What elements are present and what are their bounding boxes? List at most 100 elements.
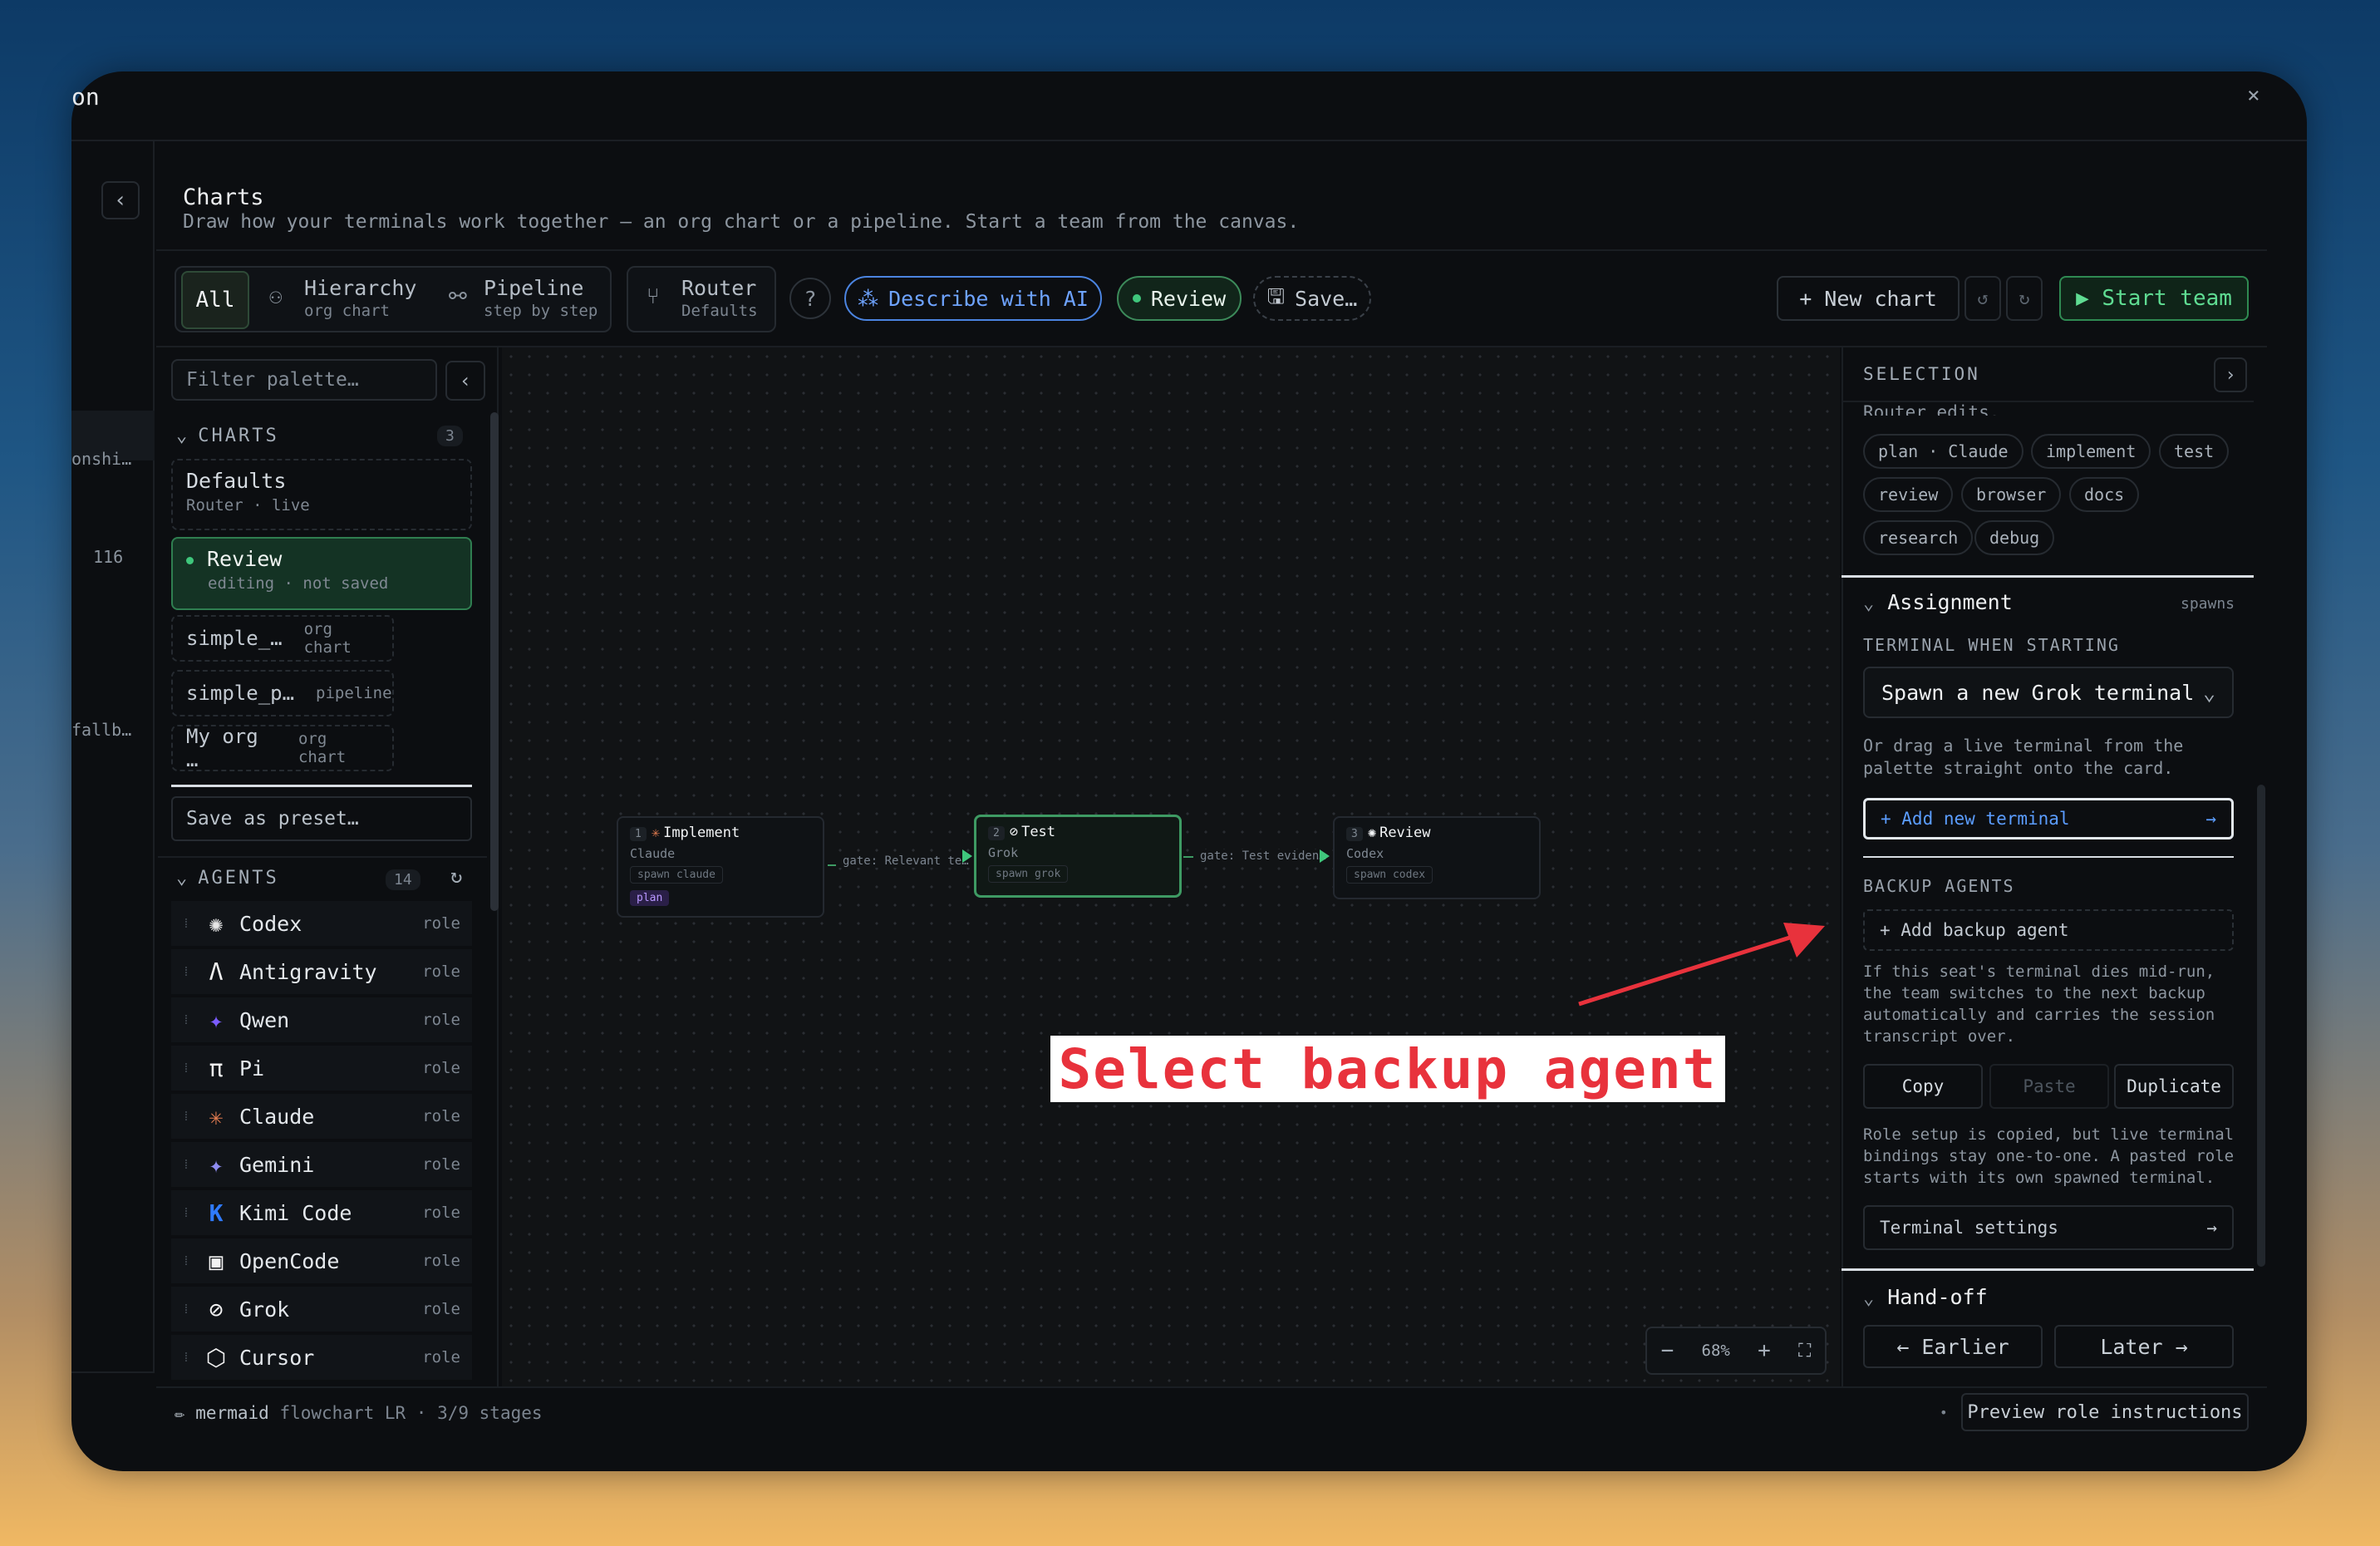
tab-hierarchy-sub: org chart — [304, 302, 390, 320]
drag-handle-icon[interactable]: ⁞ — [171, 963, 201, 980]
tab-pipeline[interactable]: Pipeline step by step — [484, 276, 597, 320]
qwen-icon: ✦ — [209, 1006, 224, 1034]
drag-handle-icon[interactable]: ⁞ — [171, 1301, 201, 1317]
tag-plan-claude[interactable]: plan · Claude — [1863, 434, 2023, 469]
save-button[interactable]: 🖫 Save… — [1253, 276, 1371, 321]
node-review[interactable]: 3 ✺ Review Codex spawn codex — [1333, 816, 1541, 899]
left-strip-item[interactable]: fallb… — [71, 720, 131, 740]
agent-item-kimi-code[interactable]: ⁞ K Kimi Code role — [171, 1190, 472, 1235]
chart-item-defaults[interactable]: Defaults Router · live — [171, 459, 472, 530]
agent-item-antigravity[interactable]: ⁞ Λ Antigravity role — [171, 949, 472, 994]
chart-meta: org chart — [298, 730, 347, 766]
terminal-select[interactable]: Spawn a new Grok terminal ⌄ — [1863, 667, 2234, 718]
drag-handle-icon[interactable]: ⁞ — [171, 1156, 201, 1173]
drag-handle-icon[interactable]: ⁞ — [171, 1204, 201, 1221]
duplicate-button[interactable]: Duplicate — [2114, 1064, 2234, 1109]
tab-router[interactable]: Router Defaults — [681, 276, 758, 320]
tag-debug[interactable]: debug — [1974, 520, 2055, 555]
edge-label[interactable]: gate: Test eviden… — [1197, 849, 1330, 863]
earlier-button[interactable]: ← Earlier — [1863, 1325, 2043, 1368]
chart-item-simple-pipeline[interactable]: simple_p… pipeline — [171, 670, 394, 716]
grok-icon: ⊘ — [1009, 824, 1019, 840]
zoom-out-button[interactable]: − — [1661, 1338, 1674, 1363]
agent-role: role — [422, 1252, 460, 1270]
mermaid-label[interactable]: ✏ mermaid — [175, 1403, 269, 1423]
save-as-preset-button[interactable]: Save as preset… — [171, 796, 472, 841]
chart-name: simple_… — [186, 627, 283, 650]
later-button[interactable]: Later → — [2054, 1325, 2234, 1368]
start-team-button[interactable]: ▶ Start team — [2059, 276, 2249, 321]
agent-item-codex[interactable]: ⁞ ✺ Codex role — [171, 901, 472, 946]
agent-item-cursor[interactable]: ⁞ ⬡ Cursor role — [171, 1335, 472, 1380]
agent-item-opencode[interactable]: ⁞ ▣ OpenCode role — [171, 1238, 472, 1283]
agent-item-gemini[interactable]: ⁞ ✦ Gemini role — [171, 1142, 472, 1187]
refresh-icon[interactable]: ↻ — [450, 864, 462, 888]
new-chart-button[interactable]: + New chart — [1777, 276, 1960, 321]
selection-scrollbar[interactable] — [2257, 785, 2265, 1267]
agent-item-qwen[interactable]: ⁞ ✦ Qwen role — [171, 997, 472, 1042]
collapse-palette-button[interactable]: ‹ — [445, 361, 485, 401]
tag-review[interactable]: review — [1863, 477, 1954, 512]
cursor-icon: ⬡ — [205, 1343, 227, 1371]
drag-handle-icon[interactable]: ⁞ — [171, 1253, 201, 1269]
assignment-section-header[interactable]: Assignment — [1863, 590, 2013, 614]
zoom-in-button[interactable]: + — [1758, 1338, 1771, 1363]
redo-button[interactable]: ↻ — [2006, 276, 2043, 321]
tag-research[interactable]: research — [1863, 520, 1974, 555]
fit-view-icon[interactable]: ⛶ — [1798, 1341, 1811, 1361]
section-divider — [1863, 856, 2234, 858]
collapse-selection-button[interactable]: › — [2214, 357, 2247, 392]
agent-name: Cursor — [239, 1345, 315, 1370]
handoff-section-header[interactable]: Hand-off — [1863, 1285, 1987, 1309]
kimi-icon: K — [209, 1199, 224, 1227]
chart-item-review[interactable]: Review editing · not saved — [171, 537, 472, 610]
review-chart-pill[interactable]: Review — [1117, 276, 1242, 321]
gemini-icon: ✦ — [209, 1150, 224, 1179]
node-tag: plan — [630, 890, 670, 906]
describe-with-ai-button[interactable]: ⁂ Describe with AI — [844, 276, 1102, 321]
edge-arrowhead — [1320, 849, 1330, 863]
tag-docs[interactable]: docs — [2069, 477, 2140, 512]
drag-handle-icon[interactable]: ⁞ — [171, 915, 201, 932]
drag-handle-icon[interactable]: ⁞ — [171, 1060, 201, 1076]
copy-button[interactable]: Copy — [1863, 1064, 1983, 1109]
add-new-terminal-button[interactable]: + Add new terminal → — [1863, 798, 2234, 839]
terminal-settings-button[interactable]: Terminal settings → — [1863, 1205, 2234, 1250]
add-backup-agent-button[interactable]: + Add backup agent — [1863, 909, 2234, 951]
close-icon[interactable]: × — [2247, 83, 2260, 108]
tag-test[interactable]: test — [2159, 434, 2230, 469]
node-index: 1 — [630, 827, 647, 841]
annotation-callout: Select backup agent — [1050, 1036, 1725, 1102]
chart-item-simple-org[interactable]: simple_… org chart — [171, 615, 394, 662]
left-strip-item[interactable]: onshi… — [71, 449, 131, 469]
tag-implement[interactable]: implement — [2031, 434, 2151, 469]
back-button[interactable]: ‹ — [101, 181, 140, 219]
terminal-settings-label: Terminal settings — [1880, 1218, 2058, 1238]
node-implement[interactable]: 1 ✳ Implement Claude spawn claude plan — [617, 816, 824, 918]
tab-hierarchy[interactable]: Hierarchy org chart — [304, 276, 416, 320]
node-test[interactable]: 2 ⊘ Test Grok spawn grok — [974, 815, 1182, 898]
agents-section-header[interactable]: ⌄ AGENTS — [176, 868, 279, 889]
agent-item-pi[interactable]: ⁞ π Pi role — [171, 1046, 472, 1091]
preview-role-instructions-button[interactable]: Preview role instructions — [1961, 1393, 2249, 1431]
tab-all[interactable]: All — [181, 271, 249, 329]
drag-handle-icon[interactable]: ⁞ — [171, 1108, 201, 1125]
terminal-select-value: Spawn a new Grok terminal — [1881, 680, 2195, 705]
node-title-text: Test — [1021, 824, 1056, 840]
agent-item-grok[interactable]: ⁞ ⊘ Grok role — [171, 1287, 472, 1332]
paste-button[interactable]: Paste — [1989, 1064, 2109, 1109]
palette-scrollbar[interactable] — [490, 412, 499, 911]
drag-handle-icon[interactable]: ⁞ — [171, 1012, 201, 1028]
filter-palette-input[interactable]: Filter palette… — [171, 359, 437, 401]
router-icon: ⑂ — [647, 284, 660, 309]
undo-button[interactable]: ↺ — [1964, 276, 2001, 321]
agent-item-claude[interactable]: ⁞ ✳ Claude role — [171, 1094, 472, 1139]
charts-section-header[interactable]: ⌄ CHARTS — [176, 426, 279, 446]
agent-role: role — [422, 1204, 460, 1222]
tag-browser[interactable]: browser — [1961, 477, 2062, 512]
help-button[interactable]: ? — [789, 278, 831, 319]
chart-item-my-org[interactable]: My org … org chart — [171, 725, 394, 771]
edge-label[interactable]: gate: Relevant te… — [839, 854, 972, 868]
drag-handle-icon[interactable]: ⁞ — [171, 1349, 201, 1366]
section-divider — [1842, 575, 2254, 578]
